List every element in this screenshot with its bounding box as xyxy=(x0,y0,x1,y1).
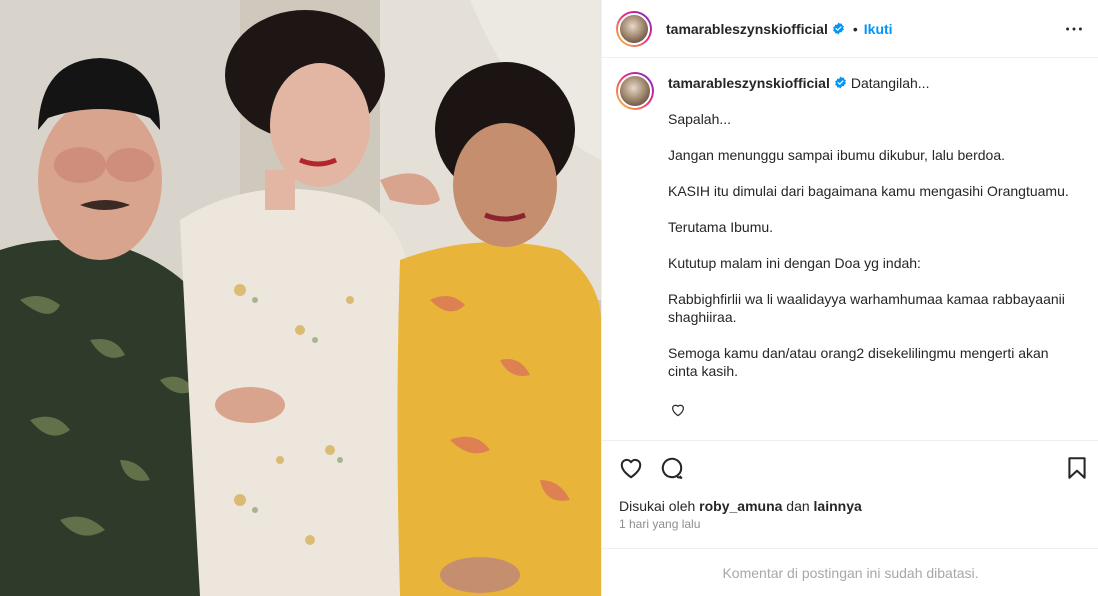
post-photo-image xyxy=(0,0,601,596)
author-username[interactable]: tamarableszynskiofficial xyxy=(666,21,828,37)
liked-by-others[interactable]: lainnya xyxy=(814,498,862,514)
header-separator: • xyxy=(852,20,858,37)
post-photo[interactable] xyxy=(0,0,601,596)
verified-badge-icon xyxy=(834,76,846,89)
caption-paragraph: Jangan menunggu sampai ibumu dikubur, la… xyxy=(668,147,1006,163)
post-header: tamarableszynskiofficial • Ikuti xyxy=(602,0,1098,58)
caption-username[interactable]: tamarableszynskiofficial xyxy=(668,75,830,91)
caption-greeting: Datangilah... xyxy=(850,75,930,91)
save-bookmark-icon[interactable] xyxy=(1064,455,1090,481)
post-time-ago[interactable]: 1 hari yang lalu xyxy=(619,517,700,531)
post-panel: tamarableszynskiofficial • Ikuti tamarab… xyxy=(601,0,1098,596)
comments-limited-notice: Komentar di postingan ini sudah dibatasi… xyxy=(602,548,1098,596)
post-actions: Disukai oleh roby_amuna dan lainnya 1 ha… xyxy=(602,440,1098,548)
verified-badge-icon xyxy=(832,22,844,35)
likes-summary: Disukai oleh roby_amuna dan lainnya xyxy=(619,498,862,514)
follow-button[interactable]: Ikuti xyxy=(864,21,893,37)
caption-like-heart-icon[interactable] xyxy=(670,402,686,418)
liked-by-user[interactable]: roby_amuna xyxy=(699,498,782,514)
caption-paragraph: Semoga kamu dan/atau orang2 disekeliling… xyxy=(668,345,1049,379)
liked-by-and: dan xyxy=(786,498,810,514)
caption-area: tamarableszynskiofficial Datangilah... S… xyxy=(602,58,1098,440)
caption-paragraph: Sapalah... xyxy=(668,111,732,127)
caption-text: tamarableszynskiofficial Datangilah... S… xyxy=(668,72,1073,380)
caption-paragraph: Terutama Ibumu. xyxy=(668,219,774,235)
more-options-icon[interactable] xyxy=(1063,18,1085,40)
liked-by-prefix: Disukai oleh xyxy=(619,498,696,514)
comment-icon[interactable] xyxy=(659,455,685,481)
author-avatar[interactable] xyxy=(616,10,652,47)
like-heart-icon[interactable] xyxy=(618,455,644,481)
caption-paragraph: Rabbighfirlii wa li waalidayya warhamhum… xyxy=(668,291,1065,325)
caption-paragraph: Kututup malam ini dengan Doa yg indah: xyxy=(668,255,921,271)
caption-author-avatar[interactable] xyxy=(616,72,654,110)
caption-paragraph: KASIH itu dimulai dari bagaimana kamu me… xyxy=(668,183,1069,199)
